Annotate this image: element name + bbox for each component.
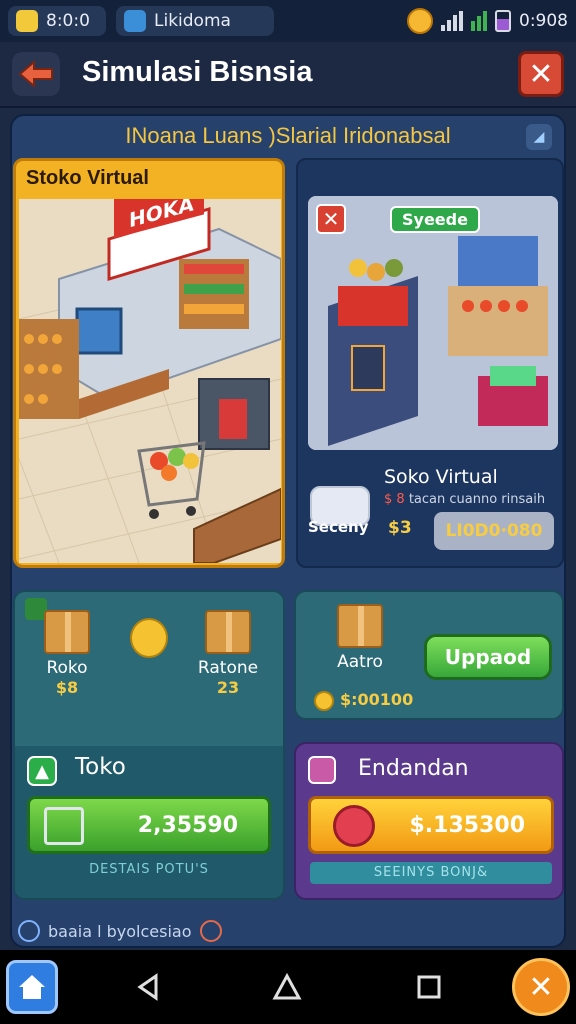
event-label: Endandan: [358, 756, 469, 781]
inventory-item[interactable]: [121, 618, 177, 658]
banner-title: INoana Luans )Slarial Iridonabsal: [125, 123, 451, 148]
toko-caption: DESTAIS POTU'S: [89, 862, 209, 877]
store-card-title: Stoko Virtual: [26, 167, 149, 189]
toko-panel: ▲ Toko 2,35590 DESTAIS POTU'S: [15, 746, 283, 898]
event-amount-button[interactable]: $.135300: [308, 796, 554, 854]
inventory-card: Roko $8 Ratone 23 ▲ Toko 2,35590 DESTAIS…: [13, 590, 285, 900]
toko-amount: 2,35590: [137, 812, 238, 838]
location-icon: [199, 920, 222, 942]
product-subtitle-prefix: $ 8: [384, 492, 405, 507]
upgrade-cost-text: $:00100: [340, 690, 414, 709]
app-header: Simulasi Bisnsia ✕: [0, 42, 576, 108]
notification-chip: 8:0:0: [8, 6, 106, 36]
event-panel: Endandan $.135300 SEEINYS BONJ&: [294, 742, 564, 900]
upgrade-label: Aatro: [337, 652, 383, 672]
page-title: Simulasi Bisnsia: [82, 56, 313, 88]
store-illustration: HOKA: [19, 199, 281, 563]
product-price: $3: [388, 518, 412, 538]
status-bar: 8:0:0 Likidoma 0:908: [0, 0, 576, 42]
close-icon: ✕: [528, 969, 554, 1005]
home-button[interactable]: [6, 960, 58, 1014]
close-icon: ✕: [528, 56, 554, 92]
footnote: baaia l byolcesiao: [18, 920, 222, 942]
upgrade-item: Aatro: [330, 604, 390, 672]
close-badge[interactable]: ✕: [316, 204, 346, 234]
clock: 0:908: [519, 11, 568, 31]
upgrade-panel: Aatro $:00100 Uppaod: [294, 590, 564, 720]
product-left-label: Seceny: [308, 518, 369, 536]
home-icon: [19, 975, 45, 999]
item-value: $8: [55, 678, 79, 697]
close-button[interactable]: ✕: [518, 51, 564, 97]
notification-text: 8:0:0: [46, 11, 90, 31]
product-name: Soko Virtual: [384, 466, 498, 488]
product-subtitle: $ 8 tacan cuanno rinsaih: [384, 492, 545, 507]
upgrade-button[interactable]: Uppaod: [424, 634, 552, 680]
cart-icon: [44, 807, 84, 845]
speed-badge: Syeede: [390, 206, 480, 233]
honey-jar-icon: [130, 618, 168, 658]
event-caption: SEEINYS BONJ&: [310, 862, 552, 884]
back-button[interactable]: [12, 52, 60, 96]
info-button[interactable]: ◢: [526, 124, 552, 150]
status-icons: 0:908: [407, 7, 568, 35]
shop-icon: ▲: [27, 756, 57, 786]
signal-2-icon: [471, 11, 487, 31]
close-icon: ✕: [322, 207, 340, 231]
nav-bar: ✕: [0, 950, 576, 1024]
info-icon: ◢: [533, 129, 545, 145]
item-value: 23: [216, 678, 240, 697]
cart-icon: [333, 805, 375, 847]
item-label: Roko: [46, 658, 88, 678]
box-icon: [44, 610, 90, 654]
item-label: Ratone: [197, 658, 259, 678]
coin-icon: [314, 690, 334, 711]
gift-icon: [308, 756, 336, 784]
product-subtitle-text: tacan cuanno rinsaih: [408, 492, 546, 507]
main-panel: INoana Luans )Slarial Iridonabsal ◢ Stok…: [10, 114, 566, 948]
box-icon: [337, 604, 383, 648]
toko-label: Toko: [75, 754, 126, 780]
arrow-left-icon: [18, 60, 53, 88]
battery-icon: [495, 10, 511, 32]
inventory-item[interactable]: Roko $8: [39, 610, 95, 697]
shop-illustration: [308, 196, 558, 450]
notification-chip-2: Likidoma: [116, 6, 274, 36]
upgrade-card[interactable]: ✕ Syeede Soko Virtual $ 8 tacan cuanno r…: [296, 158, 564, 568]
close-circle-button[interactable]: ✕: [512, 958, 570, 1016]
signal-icon: [441, 11, 463, 31]
boxes-icon: [205, 610, 251, 654]
notification-text-2: Likidoma: [154, 11, 231, 31]
recents-nav-icon[interactable]: [414, 972, 444, 1002]
pen-icon: [124, 10, 146, 32]
app-icon: [16, 10, 38, 32]
back-nav-icon[interactable]: [134, 972, 164, 1002]
upgrade-cost: $:00100: [314, 690, 413, 711]
buy-button[interactable]: LI0D0·080: [434, 512, 554, 550]
store-card[interactable]: Stoko Virtual HOKA: [13, 158, 285, 568]
toko-amount-button[interactable]: 2,35590: [27, 796, 271, 854]
emoji-icon: [407, 8, 433, 34]
shield-icon: [18, 920, 40, 942]
home-nav-icon[interactable]: [272, 972, 302, 1002]
footnote-text: baaia l byolcesiao: [48, 921, 192, 941]
event-amount: $.135300: [409, 812, 525, 838]
inventory-item[interactable]: Ratone 23: [193, 610, 263, 697]
